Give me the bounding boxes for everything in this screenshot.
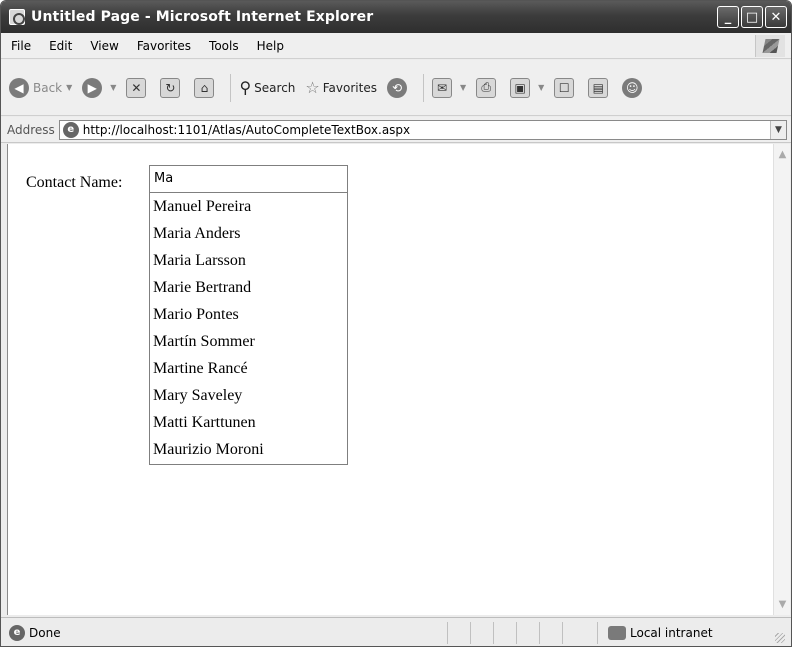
windows-logo-icon: [755, 35, 785, 57]
menu-tools[interactable]: Tools: [209, 39, 239, 53]
forward-arrow-icon: ▶: [82, 77, 103, 98]
menu-edit[interactable]: Edit: [49, 39, 72, 53]
research-button[interactable]: ▤: [588, 77, 612, 98]
favorites-button[interactable]: ☆ Favorites: [305, 78, 377, 97]
autocomplete-item[interactable]: Mary Saveley: [150, 382, 347, 409]
status-panel: [539, 622, 562, 644]
status-bar: e Done Local intranet: [1, 617, 791, 646]
search-button[interactable]: ⚲ Search: [239, 78, 295, 97]
research-icon: ▤: [588, 77, 609, 98]
toolbar-separator: [230, 73, 232, 102]
home-button[interactable]: ⌂: [194, 77, 218, 98]
scroll-up-icon[interactable]: ▲: [774, 146, 791, 163]
page-viewport: Contact Name: Ma Manuel Pereira Maria An…: [7, 144, 774, 615]
status-panel: [516, 622, 539, 644]
back-arrow-icon: ◀: [9, 77, 29, 98]
stop-icon: ✕: [126, 77, 147, 98]
security-zone[interactable]: Local intranet: [597, 622, 713, 644]
autocomplete-item[interactable]: Matti Karttunen: [150, 409, 347, 436]
messenger-button[interactable]: ☺: [622, 77, 646, 98]
history-icon: ⟲: [386, 77, 407, 98]
intranet-icon: [608, 626, 626, 640]
back-button[interactable]: ◀ Back ▼: [9, 77, 72, 98]
autocomplete-item[interactable]: Mario Pontes: [150, 301, 347, 328]
forward-button[interactable]: ▶ ▼: [82, 77, 116, 98]
menu-bar: File Edit View Favorites Tools Help: [1, 33, 791, 59]
page-done-icon: e: [9, 624, 25, 641]
title-bar[interactable]: Untitled Page - Microsoft Internet Explo…: [1, 1, 791, 33]
discuss-button[interactable]: ☐: [554, 77, 578, 98]
scroll-down-icon[interactable]: ▼: [774, 596, 791, 613]
menu-favorites[interactable]: Favorites: [137, 39, 191, 53]
status-text: Done: [29, 625, 61, 640]
vertical-scrollbar[interactable]: ▲ ▼: [773, 144, 790, 615]
status-panels: [447, 622, 585, 644]
status-panel: [562, 622, 585, 644]
back-label: Back: [33, 80, 63, 95]
edit-icon: ▣: [510, 77, 531, 98]
ie-app-icon: [9, 9, 25, 25]
search-label: Search: [254, 80, 296, 95]
autocomplete-item[interactable]: Maurizio Moroni: [150, 436, 347, 463]
star-icon: ☆: [305, 78, 320, 97]
search-icon: ⚲: [239, 78, 252, 97]
address-url[interactable]: http://localhost:1101/Atlas/AutoComplete…: [83, 123, 410, 137]
browser-window: Untitled Page - Microsoft Internet Explo…: [0, 0, 792, 647]
chevron-down-icon[interactable]: ▼: [460, 83, 466, 92]
menu-help[interactable]: Help: [257, 39, 284, 53]
maximize-button[interactable]: □: [741, 6, 763, 28]
address-bar: Address e http://localhost:1101/Atlas/Au…: [1, 117, 791, 143]
contact-name-input[interactable]: Ma: [149, 165, 348, 193]
mail-button[interactable]: ✉ ▼: [431, 77, 466, 98]
autocomplete-item[interactable]: Maria Larsson: [150, 247, 347, 274]
chevron-down-icon[interactable]: ▼: [66, 83, 72, 92]
status-panel: [447, 622, 470, 644]
chevron-down-icon[interactable]: ▼: [538, 83, 544, 92]
favorites-label: Favorites: [322, 80, 377, 95]
status-panel: [493, 622, 516, 644]
discuss-icon: ☐: [554, 77, 575, 98]
autocomplete-item[interactable]: Manuel Pereira: [150, 193, 347, 220]
contact-name-label: Contact Name:: [26, 174, 123, 191]
autocomplete-item[interactable]: Martín Sommer: [150, 328, 347, 355]
autocomplete-item[interactable]: Maria Anders: [150, 220, 347, 247]
minimize-button[interactable]: _: [717, 6, 739, 28]
menu-view[interactable]: View: [90, 39, 118, 53]
window-title: Untitled Page - Microsoft Internet Explo…: [31, 9, 374, 25]
menu-file[interactable]: File: [11, 39, 31, 53]
address-label: Address: [7, 122, 55, 137]
autocomplete-item[interactable]: Marie Bertrand: [150, 274, 347, 301]
close-button[interactable]: ✕: [765, 6, 787, 28]
refresh-button[interactable]: ↻: [160, 77, 184, 98]
autocomplete-item[interactable]: Martine Rancé: [150, 355, 347, 382]
stop-button[interactable]: ✕: [126, 77, 150, 98]
standard-toolbar: ◀ Back ▼ ▶ ▼ ✕ ↻ ⌂ ⚲ Search ☆ Favorites …: [1, 60, 791, 116]
address-dropdown-icon[interactable]: ▼: [770, 120, 786, 139]
page-icon: e: [62, 121, 79, 138]
window-controls: _ □ ✕: [717, 6, 787, 28]
autocomplete-list: Manuel Pereira Maria Anders Maria Larsso…: [149, 193, 348, 465]
status-panel: [470, 622, 493, 644]
mail-icon: ✉: [431, 77, 452, 98]
print-button[interactable]: ⎙: [476, 77, 500, 98]
zone-label: Local intranet: [630, 626, 713, 640]
chevron-down-icon[interactable]: ▼: [110, 83, 116, 92]
messenger-icon: ☺: [622, 77, 643, 98]
edit-button[interactable]: ▣ ▼: [510, 77, 544, 98]
print-icon: ⎙: [476, 77, 497, 98]
address-input[interactable]: e http://localhost:1101/Atlas/AutoComple…: [58, 119, 787, 140]
resize-grip-icon[interactable]: [775, 633, 785, 643]
toolbar-separator: [422, 73, 424, 102]
history-button[interactable]: ⟲: [386, 77, 411, 98]
home-icon: ⌂: [194, 77, 215, 98]
refresh-icon: ↻: [160, 77, 181, 98]
